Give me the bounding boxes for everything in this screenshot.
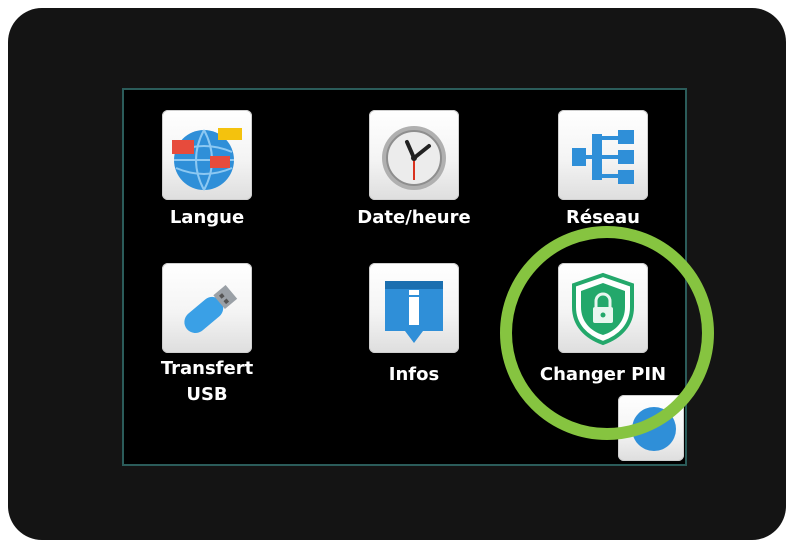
partial-next-button[interactable] — [618, 395, 684, 461]
date-heure-button[interactable] — [369, 110, 459, 200]
globe-flags-icon — [172, 128, 242, 191]
reseau-label: Réseau — [566, 207, 640, 228]
info-icon — [385, 281, 443, 343]
date-heure-label: Date/heure — [357, 207, 471, 228]
langue-label: Langue — [169, 207, 245, 228]
langue-button[interactable] — [162, 110, 252, 200]
blue-circle-icon — [632, 407, 676, 451]
usb-stick-icon — [184, 284, 238, 334]
changer-pin-button[interactable] — [558, 263, 648, 353]
touch-screen: Langue Date/heure Réseau Transfert USB I… — [122, 88, 687, 466]
infos-label: Infos — [388, 364, 440, 385]
transfert-usb-label-line1: Transfert — [160, 358, 254, 379]
clock-icon — [382, 126, 446, 190]
transfert-usb-label: Transfert USB — [157, 356, 257, 408]
network-tree-icon — [572, 130, 634, 184]
changer-pin-label: Changer PIN — [539, 364, 667, 385]
shield-lock-icon — [572, 272, 634, 346]
reseau-button[interactable] — [558, 110, 648, 200]
transfert-usb-label-line2: USB — [186, 384, 228, 405]
infos-button[interactable] — [369, 263, 459, 353]
transfert-usb-button[interactable] — [162, 263, 252, 353]
